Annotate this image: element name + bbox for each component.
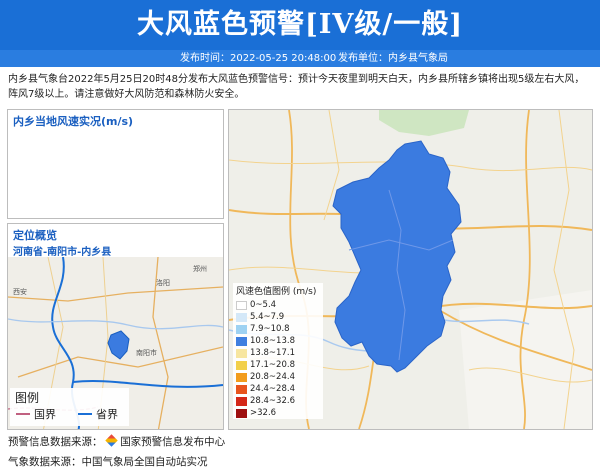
overview-map-legend: 图例 国界 省界 [10,388,129,426]
legend-swatch [236,324,247,334]
map-label: 洛阳 [156,278,170,287]
legend-row: 13.8~17.1 [233,347,323,359]
legend-swatch [236,396,247,406]
legend-swatch [236,360,247,370]
legend-swatch [236,384,247,394]
warning-center-logo-icon [105,434,118,447]
legend-item-label: 国界 [34,408,56,421]
wind-speed-legend: 风速色值图例 (m/s) 0~5.4 5.4~7.9 7.9~10.8 10.8… [233,283,323,419]
legend-row: 5.4~7.9 [233,311,323,323]
publish-time: 发布时间：2022-05-25 20:48:00 [180,53,337,64]
map-label: 南阳市 [136,348,157,357]
wind-panel-title: 内乡当地风速实况(m/s) [13,115,134,128]
legend-title: 图例 [15,391,40,405]
legend-row: 20.8~24.4 [233,371,323,383]
location-path: 河南省-南阳市-内乡县 [13,247,112,258]
footer-source-warning: 预警信息数据来源： 国家预警信息发布中心 [8,434,226,448]
meta-bar: 发布时间：2022-05-25 20:48:00 发布单位：内乡县气象局 [0,50,600,67]
province-boundary-swatch [78,413,92,415]
location-panel-title: 定位概览 [13,229,57,242]
legend-swatch [236,312,247,322]
legend-swatch [236,336,247,346]
national-boundary-swatch [16,413,30,415]
legend-row: >32.6 [233,407,323,419]
legend-swatch [236,348,247,358]
publisher: 发布单位：内乡县气象局 [338,53,448,64]
warning-center-link[interactable]: 国家预警信息发布中心 [120,436,225,448]
wind-legend-title: 风速色值图例 (m/s) [236,287,317,297]
map-label: 郑州 [193,265,207,273]
footer-source-weather: 气象数据来源：中国气象局全国自动站实况 [8,456,208,468]
legend-row: 0~5.4 [233,299,323,311]
legend-row: 24.4~28.4 [233,383,323,395]
legend-row: 10.8~13.8 [233,335,323,347]
weather-source: 中国气象局全国自动站实况 [81,456,208,468]
wind-speed-panel: 内乡当地风速实况(m/s) [7,109,224,219]
warning-description: 内乡县气象台2022年5月25日20时48分发布大风蓝色预警信号：预计今天夜里到… [8,74,585,100]
warning-banner: 大风蓝色预警[IV级/一般] [0,0,600,50]
warning-title: 大风蓝色预警[IV级/一般] [137,9,463,40]
legend-swatch [236,372,247,382]
legend-swatch [236,408,247,418]
legend-row: 7.9~10.8 [233,323,323,335]
legend-swatch [236,300,247,310]
legend-row: 17.1~20.8 [233,359,323,371]
legend-row: 28.4~32.6 [233,395,323,407]
legend-item-label: 省界 [96,408,118,421]
map-label: 西安 [13,287,27,296]
